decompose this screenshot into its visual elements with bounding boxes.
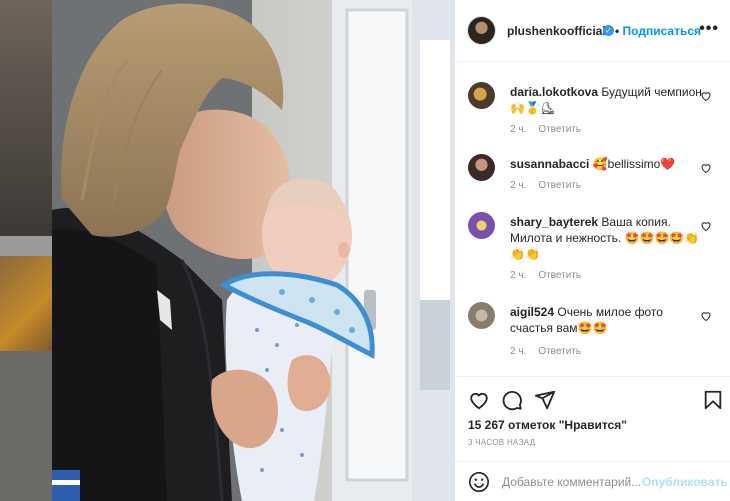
commenter-avatar[interactable] bbox=[468, 212, 495, 239]
commenter-avatar[interactable] bbox=[468, 154, 495, 181]
author-username[interactable]: plushenkoofficial bbox=[507, 24, 606, 38]
comment-input[interactable]: Добавьте комментарий... bbox=[502, 475, 641, 489]
heart-icon[interactable] bbox=[700, 220, 712, 232]
likes-count[interactable]: 15 267 отметок "Нравится" bbox=[468, 418, 627, 432]
reply-button[interactable]: Ответить bbox=[538, 180, 581, 191]
comment-icon[interactable] bbox=[501, 389, 523, 411]
comments-list[interactable]: daria.lokotkova Будущий чемпион 🙌🥇⛸ 2 ч.… bbox=[455, 62, 730, 376]
publish-button[interactable]: Опубликовать bbox=[642, 475, 728, 489]
comment-meta: 2 ч. Ответить bbox=[510, 124, 593, 135]
reply-button[interactable]: Ответить bbox=[538, 346, 581, 357]
like-heart-icon[interactable] bbox=[468, 389, 490, 411]
comment-composer: Добавьте комментарий... Опубликовать bbox=[455, 461, 730, 501]
background-photo-fragment bbox=[0, 0, 52, 240]
heart-icon[interactable] bbox=[700, 310, 712, 322]
post-photo[interactable] bbox=[52, 0, 455, 501]
post-photo-image bbox=[52, 0, 455, 501]
post-header: plushenkoofficial ✓ • Подписаться ••• bbox=[455, 0, 730, 62]
more-icon[interactable]: ••• bbox=[699, 20, 719, 38]
comment-meta: 2 ч. Ответить bbox=[510, 346, 593, 357]
post-timestamp[interactable]: 3 ЧАСОВ НАЗАД bbox=[468, 438, 535, 447]
verified-icon: ✓ bbox=[603, 25, 614, 36]
follow-button[interactable]: • Подписаться bbox=[615, 24, 701, 38]
post-side-panel: plushenkoofficial ✓ • Подписаться ••• da… bbox=[455, 0, 730, 501]
comment-time[interactable]: 2 ч. bbox=[510, 180, 526, 191]
author-avatar[interactable] bbox=[468, 17, 495, 44]
instagram-post-modal: plushenkoofficial ✓ • Подписаться ••• da… bbox=[0, 0, 730, 501]
comment-meta: 2 ч. Ответить bbox=[510, 180, 593, 191]
reply-button[interactable]: Ответить bbox=[538, 124, 581, 135]
commenter-avatar[interactable] bbox=[468, 82, 495, 109]
heart-icon[interactable] bbox=[700, 162, 712, 174]
post-actions: 15 267 отметок "Нравится" 3 ЧАСОВ НАЗАД bbox=[455, 376, 730, 461]
comment-meta: 2 ч. Ответить bbox=[510, 270, 593, 281]
comment-time[interactable]: 2 ч. bbox=[510, 270, 526, 281]
bookmark-icon[interactable] bbox=[702, 389, 724, 411]
commenter-avatar[interactable] bbox=[468, 302, 495, 329]
reply-button[interactable]: Ответить bbox=[538, 270, 581, 281]
heart-icon[interactable] bbox=[700, 90, 712, 102]
comment-username[interactable]: daria.lokotkova bbox=[510, 85, 598, 99]
comment-username[interactable]: shary_bayterek bbox=[510, 215, 598, 229]
background-feed-overlay[interactable] bbox=[0, 0, 52, 501]
smile-icon[interactable] bbox=[468, 471, 490, 493]
share-icon[interactable] bbox=[534, 389, 556, 411]
comment-time[interactable]: 2 ч. bbox=[510, 124, 526, 135]
comment-username[interactable]: susannabacci bbox=[510, 157, 589, 171]
comment-time[interactable]: 2 ч. bbox=[510, 346, 526, 357]
comment-text: 🥰bellissimo❤️ bbox=[592, 157, 676, 171]
comment-username[interactable]: aigil524 bbox=[510, 305, 554, 319]
